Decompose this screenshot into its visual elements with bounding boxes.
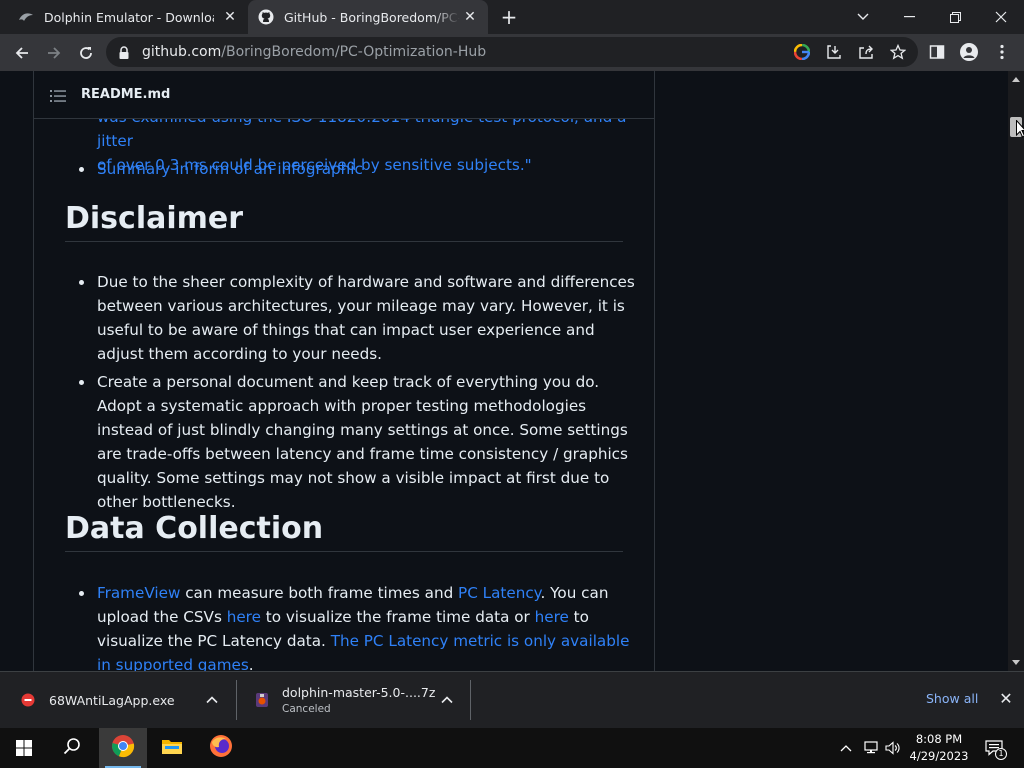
new-tab-button[interactable]: + — [498, 6, 520, 28]
blocked-file-icon — [20, 692, 36, 708]
github-icon — [258, 9, 274, 25]
tab-search-icon[interactable] — [840, 0, 886, 34]
search-button[interactable] — [48, 728, 96, 768]
dolphin-file-icon — [254, 692, 270, 708]
search-icon — [63, 737, 81, 759]
bookmark-star-icon[interactable] — [888, 42, 908, 62]
pc-latency-link[interactable]: PC Latency — [458, 584, 540, 602]
install-app-icon[interactable] — [824, 42, 844, 62]
download-filename: dolphin-master-5.0-....7z — [282, 685, 436, 700]
tab-dolphin[interactable]: Dolphin Emulator - Download ✕ — [8, 0, 248, 34]
reload-button[interactable] — [73, 40, 99, 66]
chrome-icon — [111, 734, 135, 762]
scroll-down-arrow[interactable] — [1012, 660, 1020, 665]
tab-github[interactable]: GitHub - BoringBoredom/PC-Optimization-H… — [248, 0, 488, 34]
divider — [236, 680, 237, 720]
web-page: was examined using the ISO 11820:2014 tr… — [0, 71, 1008, 671]
side-panel-icon[interactable] — [927, 42, 947, 62]
page-scrollbar[interactable] — [1008, 71, 1024, 671]
close-window-button[interactable] — [978, 0, 1024, 34]
chevron-up-icon[interactable] — [838, 728, 854, 768]
google-icon[interactable] — [792, 42, 812, 62]
chrome-taskbar-button[interactable] — [99, 728, 147, 768]
firefox-button[interactable] — [197, 728, 245, 768]
list-unordered-icon[interactable] — [50, 88, 66, 102]
folder-icon — [161, 737, 183, 759]
notification-count-badge: 1 — [995, 748, 1007, 760]
tab-strip: Dolphin Emulator - Download ✕ GitHub - B… — [0, 0, 1024, 34]
scroll-up-arrow[interactable] — [1012, 77, 1020, 82]
chevron-up-icon[interactable] — [440, 692, 454, 706]
dolphin-icon — [18, 9, 34, 25]
list-item: FrameView can measure both frame times a… — [65, 581, 635, 671]
network-icon[interactable] — [862, 728, 880, 768]
close-download-bar-icon[interactable]: ✕ — [998, 691, 1014, 707]
screen: Dolphin Emulator - Download ✕ GitHub - B… — [0, 0, 1024, 768]
chevron-up-icon[interactable] — [205, 692, 219, 706]
download-filename: 68WAntiLagApp.exe — [49, 692, 175, 708]
list-item: Create a personal document and keep trac… — [65, 370, 635, 514]
clock-date: 4/29/2023 — [909, 749, 969, 763]
close-icon[interactable]: ✕ — [462, 9, 478, 25]
show-all-downloads-button[interactable]: Show all — [926, 691, 978, 706]
download-item-dolphin[interactable]: dolphin-master-5.0-....7z Canceled — [254, 672, 444, 728]
tab-title: GitHub - BoringBoredom/PC-Optimization-H… — [284, 9, 460, 25]
disclaimer-heading: Disclaimer — [65, 204, 623, 242]
tab-title: Dolphin Emulator - Download — [44, 9, 214, 25]
minimize-button[interactable] — [886, 0, 932, 34]
profile-icon[interactable] — [959, 42, 979, 62]
data-collection-list: FrameView can measure both frame times a… — [65, 581, 635, 671]
download-item-antilag[interactable]: 68WAntiLagApp.exe — [20, 672, 230, 728]
frame-time-here-link[interactable]: here — [227, 608, 261, 626]
notification-center-button[interactable]: 1 — [980, 728, 1008, 768]
url-text[interactable]: github.com/BoringBoredom/PC-Optimization… — [142, 44, 486, 60]
menu-kebab-icon[interactable] — [992, 42, 1012, 62]
list-item: Summary in form of an infographic — [65, 157, 363, 181]
windows-taskbar: 8:08 PM 4/29/2023 1 — [0, 728, 1024, 768]
pc-latency-here-link[interactable]: here — [535, 608, 569, 626]
disclaimer-list: Due to the sheer complexity of hardware … — [65, 270, 635, 518]
system-clock[interactable]: 8:08 PM 4/29/2023 — [906, 731, 972, 765]
summary-infographic-link[interactable]: Summary in form of an infographic — [97, 160, 363, 178]
download-status: Canceled — [282, 703, 331, 715]
firefox-icon — [209, 734, 233, 762]
forward-button[interactable] — [41, 40, 67, 66]
summary-list: Summary in form of an infographic — [65, 157, 363, 181]
clock-time: 8:08 PM — [915, 732, 963, 746]
lock-icon[interactable] — [118, 45, 130, 59]
address-bar[interactable]: github.com/BoringBoredom/PC-Optimization… — [106, 37, 918, 67]
mouse-cursor-icon — [1016, 119, 1024, 138]
browser-toolbar: github.com/BoringBoredom/PC-Optimization… — [0, 34, 1024, 71]
volume-icon[interactable] — [884, 728, 902, 768]
notification-icon: 1 — [985, 740, 1007, 760]
frameview-link[interactable]: FrameView — [97, 584, 180, 602]
divider — [470, 680, 471, 720]
start-button[interactable] — [0, 728, 48, 768]
readme-header: README.md — [34, 71, 654, 119]
close-icon[interactable]: ✕ — [222, 9, 238, 25]
restore-button[interactable] — [932, 0, 978, 34]
download-bar: 68WAntiLagApp.exe dolphin-master-5.0-...… — [0, 671, 1024, 728]
readme-file-name: README.md — [81, 87, 171, 102]
list-item: Due to the sheer complexity of hardware … — [65, 270, 635, 366]
data-collection-heading: Data Collection — [65, 514, 623, 552]
share-icon[interactable] — [856, 42, 876, 62]
back-button[interactable] — [9, 40, 35, 66]
file-explorer-button[interactable] — [148, 728, 196, 768]
